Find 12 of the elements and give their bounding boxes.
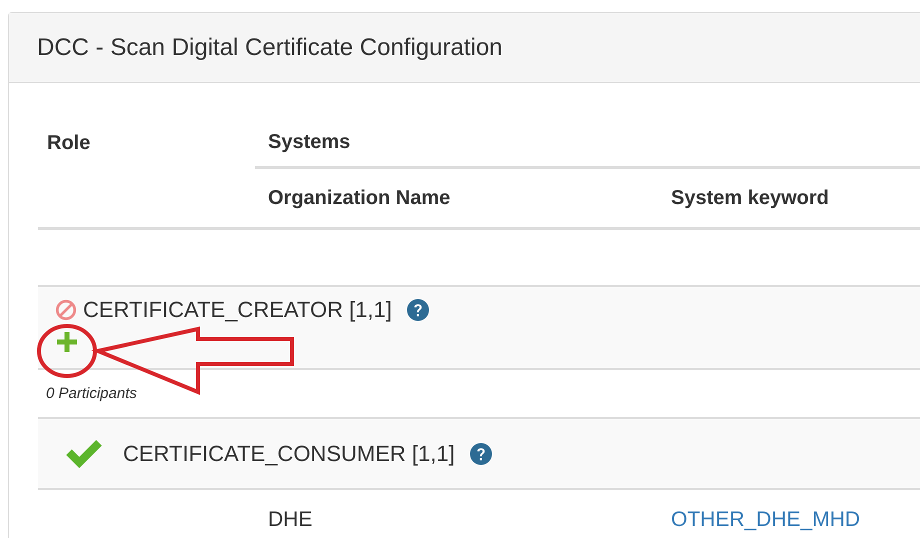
column-header: System keyword — [671, 186, 829, 208]
column-header: Systems — [268, 131, 350, 153]
column-header: Role — [47, 132, 90, 154]
participants-count: 0 Participants — [46, 385, 137, 402]
role-name: CERTIFICATE_CREATOR [1,1] — [83, 297, 392, 323]
role-name: CERTIFICATE_CONSUMER [1,1] — [123, 440, 455, 466]
panel-title: DCC - Scan Digital Certificate Configuration — [37, 34, 503, 62]
help-icon[interactable] — [468, 442, 493, 466]
organization-name: DHE — [268, 508, 312, 531]
help-icon[interactable] — [406, 298, 430, 322]
column-header: Organization Name — [268, 186, 450, 208]
system-keyword-link[interactable]: OTHER_DHE_MHD — [671, 508, 860, 531]
